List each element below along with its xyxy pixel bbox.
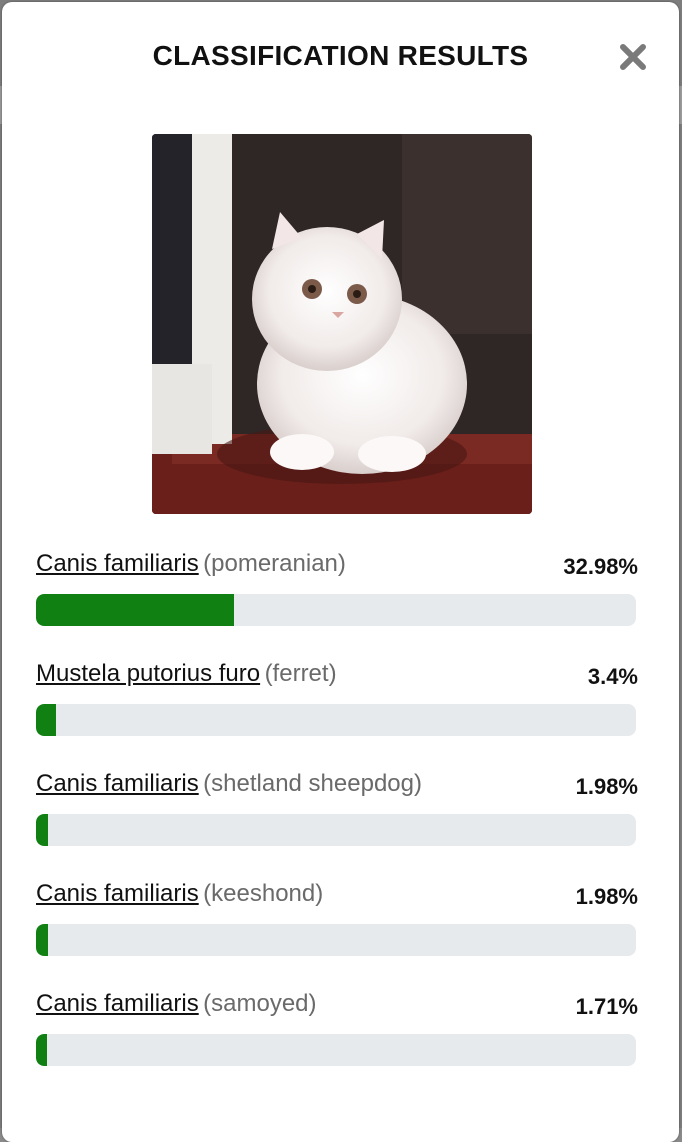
confidence-percent: 1.71% <box>575 994 638 1019</box>
common-name: (pomeranian) <box>203 550 346 577</box>
species-link[interactable]: Canis familiaris <box>36 990 199 1017</box>
result-item: Canis familiaris (samoyed) 1.71% <box>36 990 638 1100</box>
species-link[interactable]: Canis familiaris <box>36 550 199 577</box>
confidence-bar-fill <box>36 704 57 736</box>
confidence-bar-fill <box>36 594 234 626</box>
result-item: Canis familiaris (shetland sheepdog) 1.9… <box>36 770 638 880</box>
common-name: (keeshond) <box>203 880 324 907</box>
result-item: Canis familiaris (keeshond) 1.98% <box>36 880 638 990</box>
close-button[interactable] <box>618 42 648 72</box>
common-name: (samoyed) <box>203 990 317 1017</box>
confidence-percent: 3.4% <box>587 664 638 689</box>
confidence-percent: 1.98% <box>575 884 638 909</box>
confidence-bar-fill <box>36 924 48 956</box>
result-item: Canis familiaris (pomeranian) 32.98% <box>36 550 638 660</box>
confidence-bar <box>36 594 636 626</box>
confidence-bar-fill <box>36 1034 47 1066</box>
confidence-bar <box>36 924 636 956</box>
species-link[interactable]: Mustela putorius furo <box>36 660 260 687</box>
kitten-photo <box>152 134 532 514</box>
modal-title: CLASSIFICATION RESULTS <box>152 40 529 71</box>
close-icon <box>620 44 646 70</box>
confidence-bar <box>36 704 636 736</box>
common-name: (shetland sheepdog) <box>203 770 422 797</box>
confidence-bar-fill <box>36 814 48 846</box>
classified-image <box>152 134 532 514</box>
species-link[interactable]: Canis familiaris <box>36 770 199 797</box>
confidence-bar <box>36 814 636 846</box>
common-name: (ferret) <box>264 660 337 687</box>
species-link[interactable]: Canis familiaris <box>36 880 199 907</box>
confidence-percent: 32.98% <box>563 554 638 579</box>
classification-modal: CLASSIFICATION RESULTS Canis familiaris … <box>2 2 679 1142</box>
results-list: Canis familiaris (pomeranian) 32.98% Mus… <box>36 550 638 1100</box>
confidence-bar <box>36 1034 636 1066</box>
result-item: Mustela putorius furo (ferret) 3.4% <box>36 660 638 770</box>
confidence-percent: 1.98% <box>575 774 638 799</box>
